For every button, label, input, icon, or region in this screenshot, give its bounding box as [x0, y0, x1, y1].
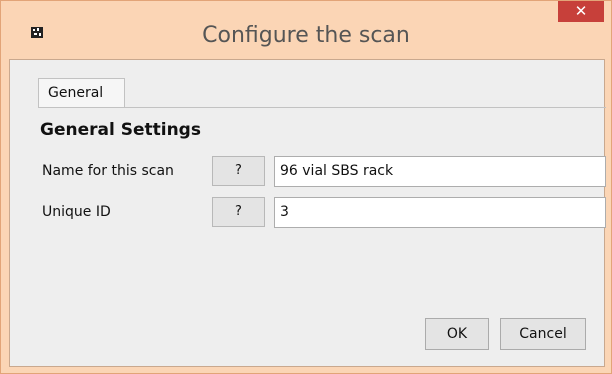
window-title: Configure the scan [202, 23, 410, 48]
tab-general[interactable]: General [38, 78, 125, 108]
title-bar[interactable]: Configure the scan ✕ [1, 1, 611, 48]
section-title: General Settings [40, 120, 201, 140]
dialog-window: Configure the scan ✕ General General Set… [0, 0, 612, 374]
cancel-button[interactable]: Cancel [500, 318, 586, 350]
close-button[interactable]: ✕ [558, 1, 604, 22]
name-field-label: Name for this scan [42, 163, 174, 179]
dialog-content: General General Settings Name for this s… [9, 59, 606, 367]
ok-button[interactable]: OK [425, 318, 489, 350]
tab-divider [38, 107, 606, 108]
unique-id-input[interactable]: 3 [274, 197, 606, 228]
scan-name-input[interactable]: 96 vial SBS rack [274, 156, 606, 187]
unique-id-label: Unique ID [42, 204, 111, 220]
unique-id-help-button[interactable]: ? [212, 197, 265, 227]
name-help-button[interactable]: ? [212, 156, 265, 186]
close-icon: ✕ [574, 2, 588, 20]
